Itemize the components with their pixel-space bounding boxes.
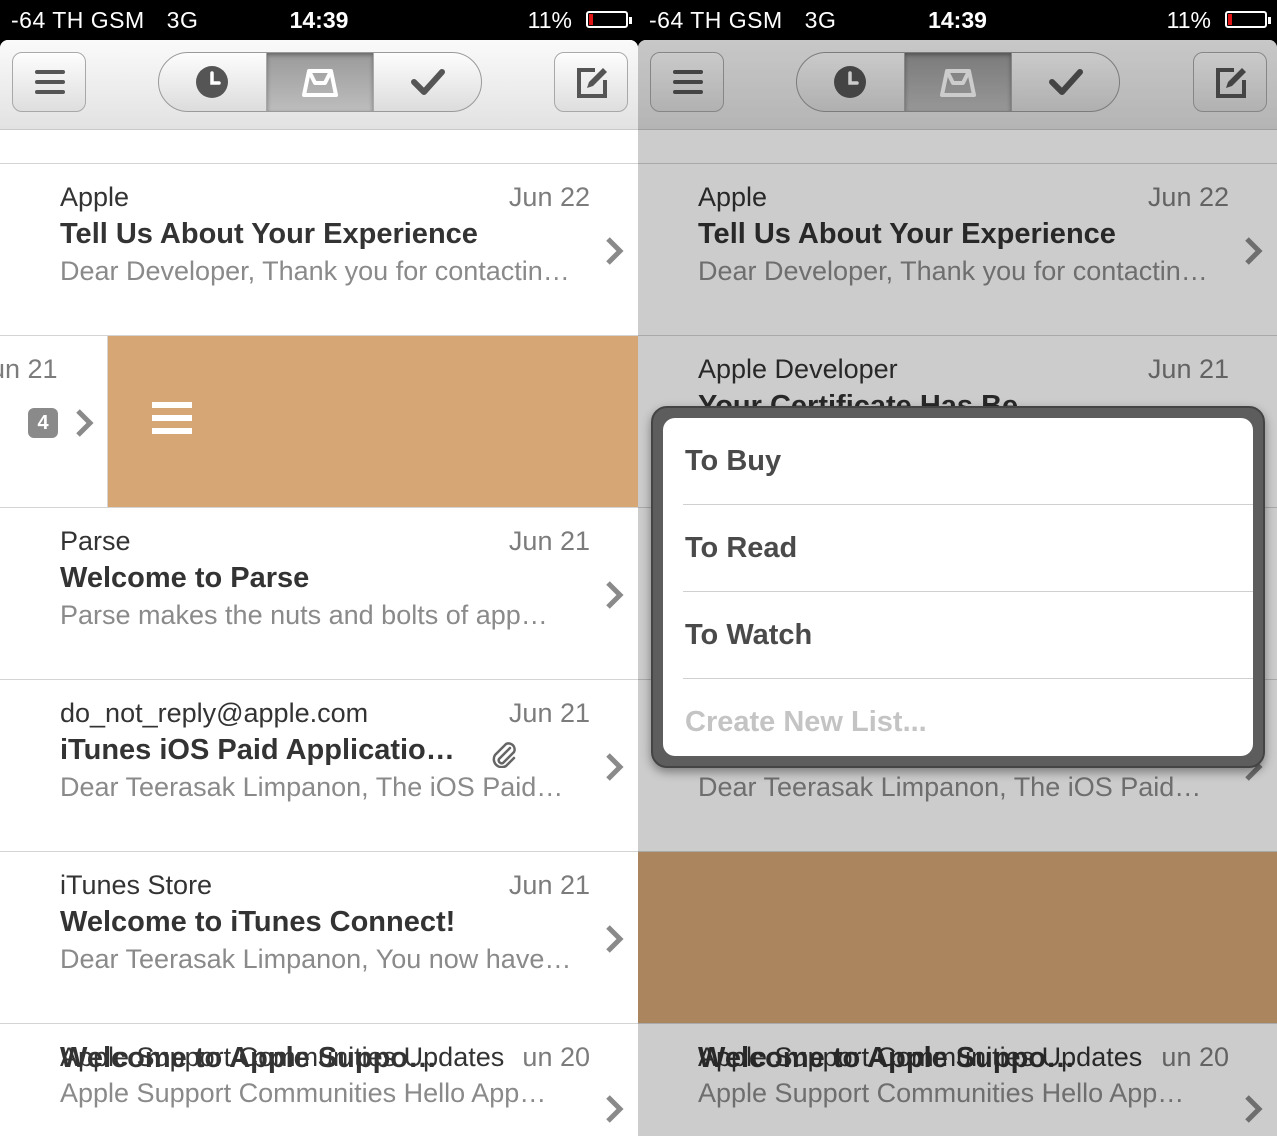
left-screen: -64 TH GSM 3G 14:39 11% Apple Jun 22 Tel…: [0, 0, 638, 1136]
list-option-label: To Watch: [685, 619, 813, 651]
subject: iTunes iOS Paid Applicatio…: [60, 734, 455, 766]
compose-button[interactable]: [554, 52, 628, 112]
toolbar: [0, 40, 638, 130]
chevron-right-icon: [606, 237, 624, 265]
chevron-right-icon: [606, 925, 624, 953]
list-icon: [152, 402, 192, 441]
view-segmented-control: [158, 52, 482, 112]
sender: iTunes Store: [60, 870, 213, 900]
create-new-list-button[interactable]: Create New List...: [683, 679, 1253, 756]
status-bar: -64 TH GSM 3G 14:39 11%: [0, 0, 638, 40]
hamburger-icon: [35, 70, 65, 100]
preview: Apple Support Communities Hello App…: [60, 1078, 547, 1108]
preview: Dear Developer, Thank you for contacting…: [60, 256, 580, 286]
checkmark-icon: [410, 69, 445, 95]
preview: Parse makes the nuts and bolts of app…: [60, 600, 548, 630]
later-tab[interactable]: [159, 53, 267, 111]
email-row-swiped[interactable]: un 21 4: [0, 336, 638, 508]
list-picker-menu: To Buy To Read To Watch Create New List.…: [663, 418, 1253, 756]
chevron-right-icon: [606, 1095, 624, 1123]
list-option-to-watch[interactable]: To Watch: [683, 592, 1253, 679]
mailbox-app: Apple Jun 22 Tell Us About Your Experien…: [0, 40, 638, 1136]
done-tab[interactable]: [374, 53, 481, 111]
mailbox-app: Apple Jun 22 Tell Us About Your Experien…: [638, 40, 1277, 1136]
battery-percent: 11%: [1166, 7, 1211, 33]
email-row[interactable]: iTunes Store Jun 21 Welcome to iTunes Co…: [0, 852, 638, 1024]
compose-icon: [577, 68, 607, 98]
list-picker-popup: To Buy To Read To Watch Create New List.…: [651, 406, 1265, 768]
chevron-right-icon: [76, 409, 94, 437]
clock-icon: [196, 66, 229, 98]
menu-button[interactable]: [12, 52, 86, 112]
status-bar: -64 TH GSM 3G 14:39 11%: [638, 0, 1277, 40]
add-to-list-action[interactable]: [108, 336, 638, 507]
battery-icon: [586, 11, 632, 28]
list-option-label: To Buy: [685, 445, 782, 477]
inbox-tab[interactable]: [266, 53, 375, 111]
list-option-to-read[interactable]: To Read: [683, 505, 1253, 592]
email-row[interactable]: Apple Support Communities Updates Welcom…: [0, 1024, 638, 1136]
subject: Tell Us About Your Experience: [60, 218, 478, 250]
battery-icon: [1225, 11, 1271, 28]
chevron-right-icon: [606, 753, 624, 781]
paperclip-icon: [492, 742, 516, 768]
date: Jun 21: [508, 870, 590, 900]
chevron-right-icon: [606, 581, 624, 609]
email-row[interactable]: Apple Jun 22 Tell Us About Your Experien…: [0, 164, 638, 336]
email-row[interactable]: do_not_reply@apple.com Jun 21 iTunes iOS…: [0, 680, 638, 852]
subject: Welcome to iTunes Connect!: [60, 906, 456, 938]
sender: Apple: [60, 182, 130, 212]
list-option-to-buy[interactable]: To Buy: [683, 418, 1253, 505]
sender: Parse: [60, 526, 131, 556]
email-list: Apple Jun 22 Tell Us About Your Experien…: [0, 163, 638, 1136]
date: Jun 22: [508, 182, 590, 212]
battery-percent: 11%: [527, 7, 572, 33]
thread-count-badge: 4: [28, 408, 58, 438]
list-option-label: To Read: [685, 532, 798, 564]
inbox-icon: [302, 69, 338, 97]
preview: Dear Teerasak Limpanon, The iOS Paid…: [60, 772, 564, 802]
right-screen: -64 TH GSM 3G 14:39 11% Apple Jun 22 Tel…: [638, 0, 1277, 1136]
email-row[interactable]: Parse Jun 21 Welcome to Parse Parse make…: [0, 508, 638, 680]
subject: Welcome to Apple Suppo…: [60, 1042, 438, 1074]
list-option-label: Create New List...: [685, 706, 927, 738]
date: un 21: [0, 354, 58, 384]
date: Jun 21: [508, 526, 590, 556]
swiped-row-content: un 21 4: [0, 336, 108, 507]
date: Jun 21: [508, 698, 590, 728]
sender: do_not_reply@apple.com: [60, 698, 369, 728]
date: un 20: [518, 1042, 590, 1073]
subject: Welcome to Parse: [60, 562, 310, 594]
preview: Dear Teerasak Limpanon, You now have…: [60, 944, 572, 974]
